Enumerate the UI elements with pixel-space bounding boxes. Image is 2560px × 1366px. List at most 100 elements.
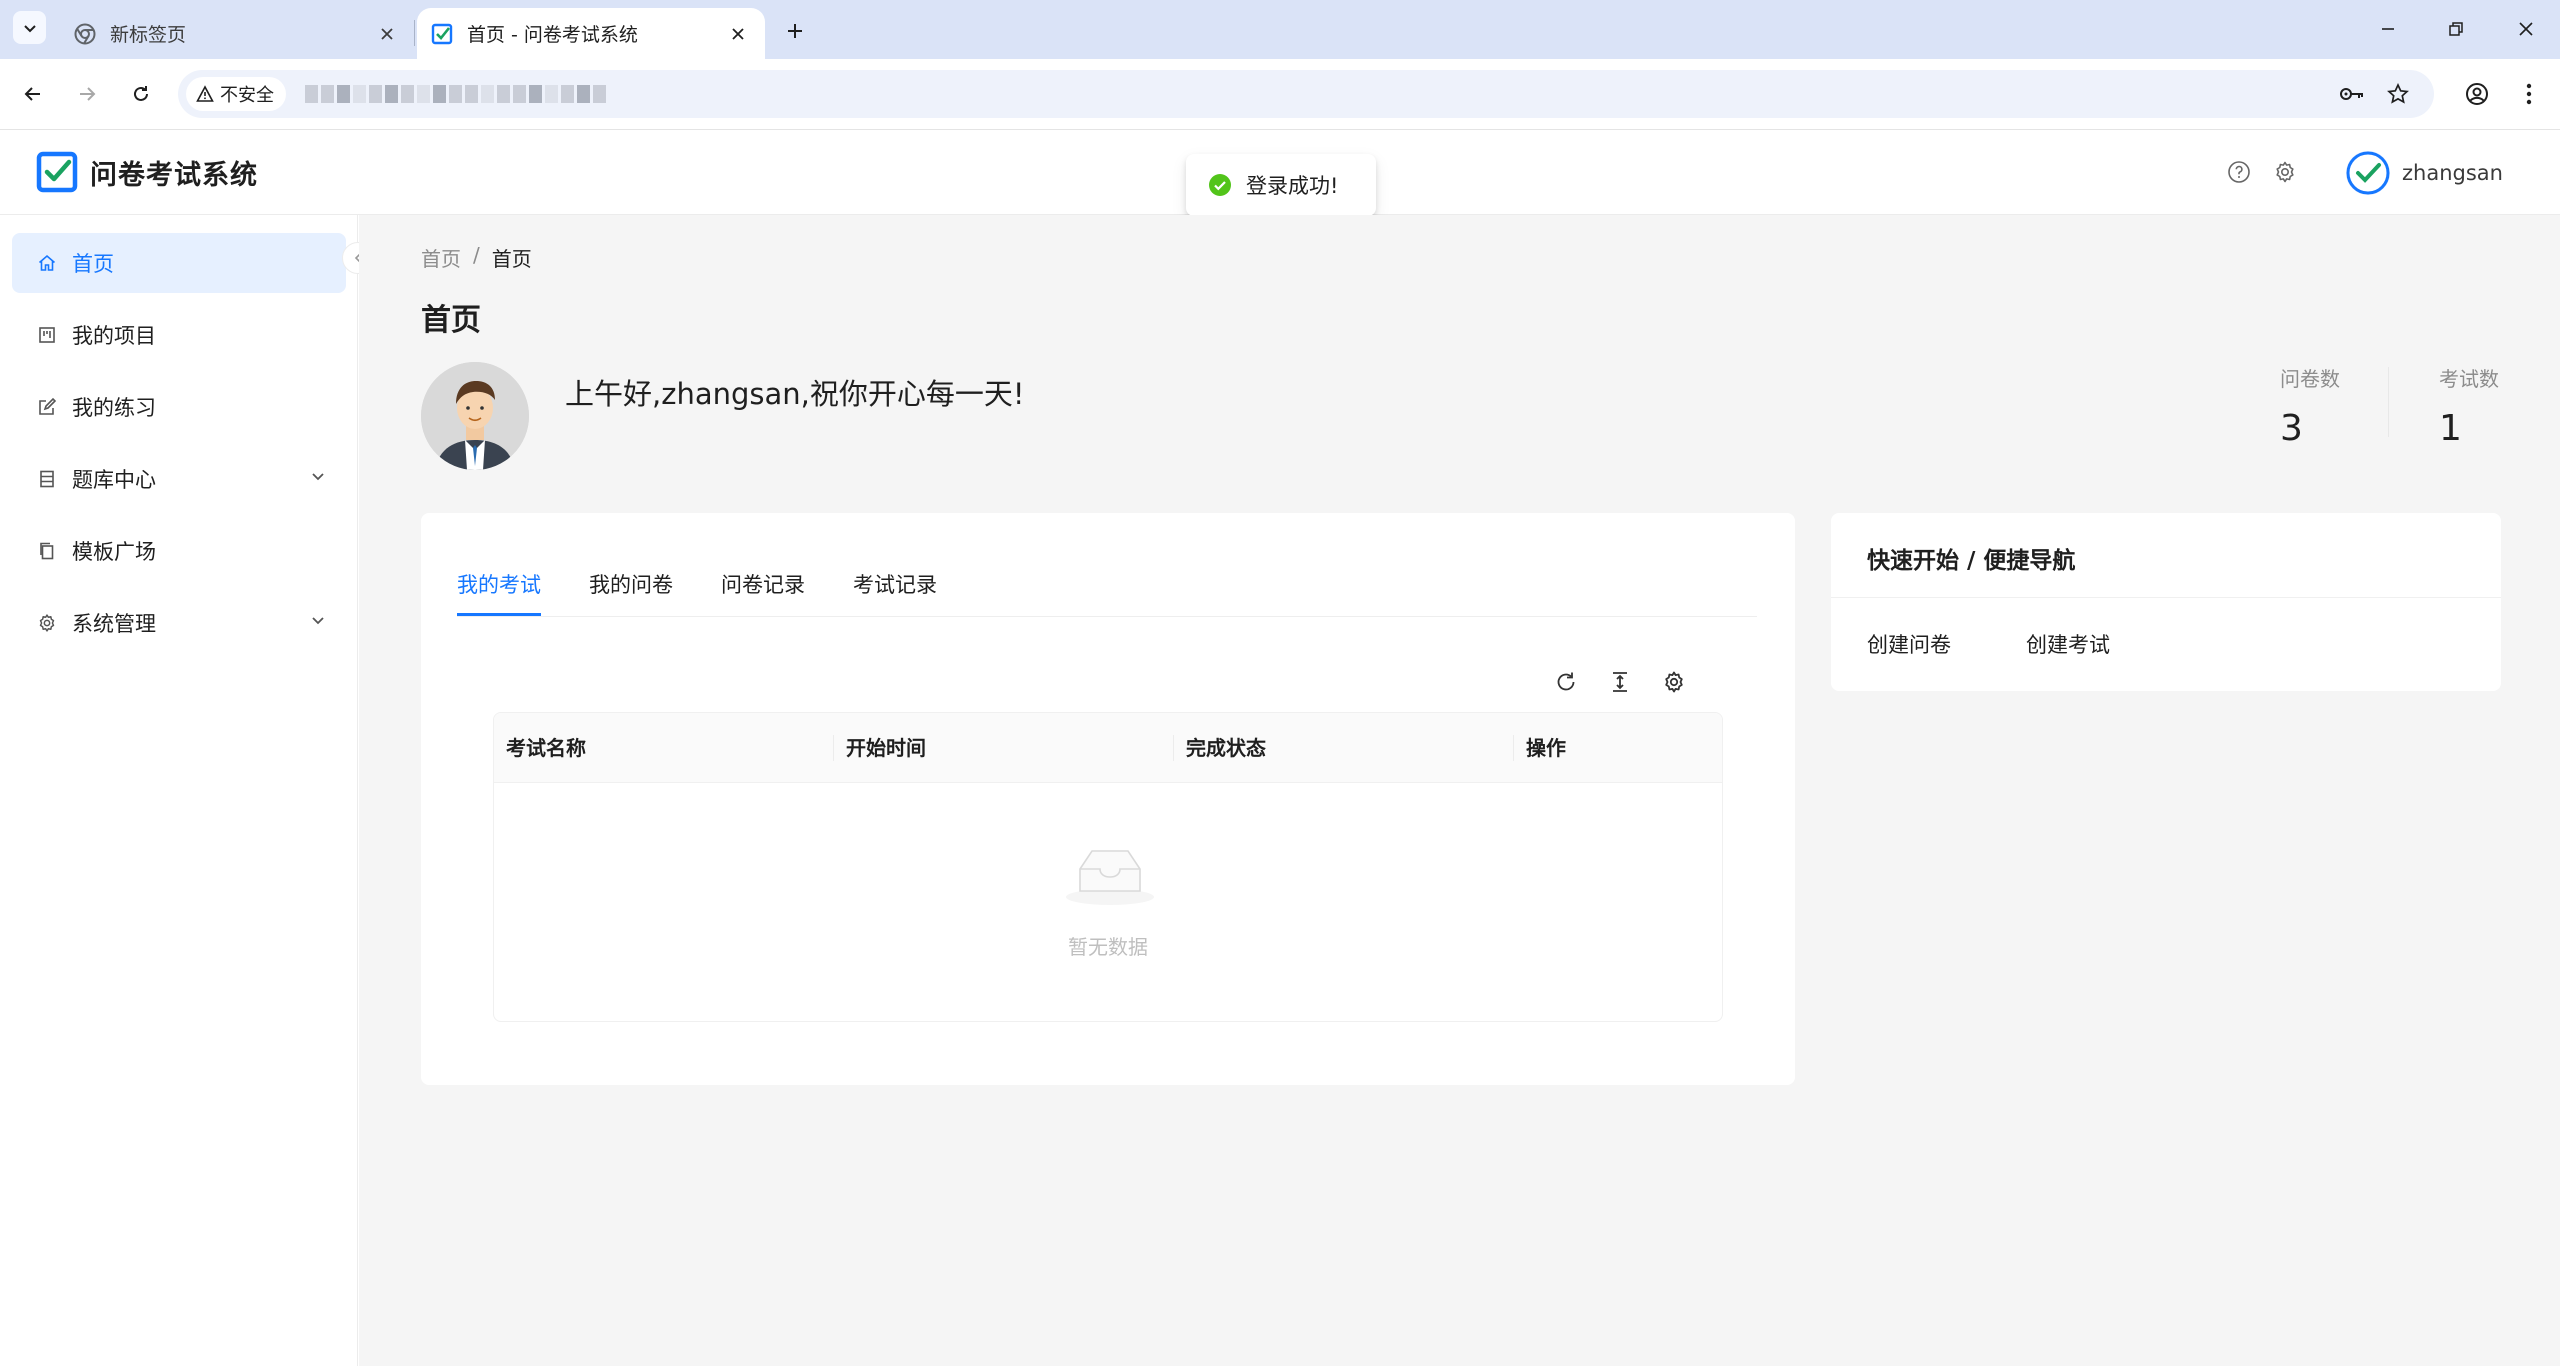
minimize-icon bbox=[2382, 28, 2394, 30]
back-button[interactable] bbox=[12, 73, 54, 115]
breadcrumb: 首页 / 首页 bbox=[421, 243, 532, 272]
tab-divider bbox=[414, 20, 415, 46]
username[interactable]: zhangsan bbox=[2402, 161, 2503, 185]
column-height-icon bbox=[1613, 672, 1627, 692]
minimize-button[interactable] bbox=[2364, 8, 2412, 50]
stat-value: 3 bbox=[2280, 408, 2303, 449]
gear-icon bbox=[1665, 671, 1683, 693]
tab-title: 首页 - 问卷考试系统 bbox=[467, 24, 638, 46]
records-tabs: 我的考试 我的问卷 问卷记录 考试记录 bbox=[457, 513, 1757, 617]
page-title: 首页 bbox=[421, 303, 481, 338]
address-bar[interactable]: 不安全 bbox=[178, 70, 2434, 118]
density-button[interactable] bbox=[1603, 665, 1637, 699]
sidebar-item-templates[interactable]: 模板广场 bbox=[12, 521, 346, 581]
arrow-left-icon bbox=[24, 87, 40, 101]
create-exam-link[interactable]: 创建考试 bbox=[2026, 629, 2110, 659]
tab-survey-records[interactable]: 问卷记录 bbox=[721, 569, 805, 599]
reload-button[interactable] bbox=[120, 73, 162, 115]
reload-icon bbox=[1557, 672, 1575, 691]
star-icon bbox=[2387, 83, 2409, 104]
breadcrumb-link-home[interactable]: 首页 bbox=[421, 243, 461, 272]
column-header: 操作 bbox=[1526, 736, 1566, 760]
stat-value: 1 bbox=[2439, 408, 2462, 449]
browser-tab-newtab[interactable]: 新标签页 bbox=[56, 8, 414, 59]
help-button[interactable] bbox=[2224, 157, 2254, 187]
chevron-down-icon bbox=[312, 473, 324, 481]
gear-icon bbox=[2276, 161, 2294, 183]
refresh-button[interactable] bbox=[1549, 665, 1583, 699]
sidebar-item-label: 系统管理 bbox=[72, 612, 156, 636]
column-settings-button[interactable] bbox=[1657, 665, 1691, 699]
key-icon bbox=[2340, 88, 2363, 100]
empty-state: 暂无数据 bbox=[494, 783, 1722, 1021]
sidebar-item-question-bank[interactable]: 题库中心 bbox=[12, 449, 346, 509]
sidebar-item-practice[interactable]: 我的练习 bbox=[12, 377, 346, 437]
browser-tab-strip: 新标签页 首页 - 问卷考试系统 bbox=[0, 0, 2560, 59]
tab-title: 新标签页 bbox=[110, 24, 187, 46]
create-survey-link[interactable]: 创建问卷 bbox=[1867, 629, 1951, 659]
tab-exam-records[interactable]: 考试记录 bbox=[853, 569, 937, 599]
url-input[interactable] bbox=[298, 70, 1798, 118]
edit-icon bbox=[36, 396, 58, 418]
profile-button[interactable] bbox=[2456, 73, 2498, 115]
sidebar-item-label: 我的练习 bbox=[72, 396, 156, 420]
exam-table: 考试名称 开始时间 完成状态 操作 暂无数据 bbox=[493, 712, 1723, 1022]
new-tab-button[interactable] bbox=[778, 14, 812, 48]
checkbox-logo-icon bbox=[431, 23, 453, 45]
home-icon bbox=[36, 252, 58, 274]
quick-start-card: 快速开始 / 便捷导航 创建问卷 创建考试 bbox=[1831, 513, 2501, 691]
tab-my-surveys[interactable]: 我的问卷 bbox=[589, 569, 673, 599]
active-tab-indicator bbox=[457, 613, 541, 616]
copy-icon bbox=[36, 540, 58, 562]
browser-menu-button[interactable] bbox=[2508, 73, 2550, 115]
toast-message: 登录成功! bbox=[1246, 174, 1339, 198]
bookmark-star-button[interactable] bbox=[2380, 76, 2416, 112]
app-logo-icon bbox=[36, 151, 78, 193]
reload-icon bbox=[134, 86, 148, 101]
sidebar-item-system[interactable]: 系统管理 bbox=[12, 593, 346, 653]
project-icon bbox=[36, 324, 58, 346]
restore-button[interactable] bbox=[2432, 8, 2480, 50]
browser-tab-active[interactable]: 首页 - 问卷考试系统 bbox=[417, 8, 765, 59]
close-tab-icon[interactable] bbox=[372, 19, 402, 49]
stat-exam-count: 考试数 1 bbox=[2439, 363, 2499, 449]
security-chip[interactable]: 不安全 bbox=[186, 77, 286, 111]
avatar[interactable] bbox=[2346, 151, 2390, 195]
greeting-text: 上午好,zhangsan,祝你开心每一天! bbox=[565, 377, 1025, 411]
empty-inbox-icon bbox=[1066, 850, 1154, 905]
tab-my-exams[interactable]: 我的考试 bbox=[457, 569, 541, 599]
check-circle-icon bbox=[1209, 174, 1231, 196]
account-circle-icon bbox=[2466, 83, 2488, 105]
question-circle-icon bbox=[2228, 161, 2250, 183]
empty-text: 暂无数据 bbox=[1068, 935, 1148, 959]
breadcrumb-current: 首页 bbox=[491, 247, 532, 271]
user-avatar-illustration bbox=[421, 362, 529, 470]
main-content: 首页 / 首页 首页 上午好,zhangsan,祝你开心每一天! 问卷数 3 考… bbox=[359, 215, 2560, 1366]
arrow-right-icon bbox=[80, 87, 96, 101]
password-key-button[interactable] bbox=[2334, 76, 2370, 112]
settings-button[interactable] bbox=[2270, 157, 2300, 187]
stat-label: 考试数 bbox=[2439, 367, 2499, 391]
card-divider bbox=[1831, 597, 2501, 598]
records-card: 我的考试 我的问卷 问卷记录 考试记录 考试名称 开始时间 完成状态 操作 暂无… bbox=[421, 513, 1795, 1085]
sidebar-item-label: 题库中心 bbox=[72, 468, 156, 492]
stat-survey-count: 问卷数 3 bbox=[2280, 363, 2340, 449]
security-label: 不安全 bbox=[220, 85, 274, 106]
forward-button[interactable] bbox=[66, 73, 108, 115]
stat-label: 问卷数 bbox=[2280, 367, 2340, 391]
quick-start-title: 快速开始 / 便捷导航 bbox=[1867, 548, 2076, 574]
sidebar-item-projects[interactable]: 我的项目 bbox=[12, 305, 346, 365]
column-header: 完成状态 bbox=[1186, 736, 1266, 760]
chrome-icon bbox=[74, 23, 96, 45]
table-header: 考试名称 开始时间 完成状态 操作 bbox=[494, 713, 1722, 783]
close-window-button[interactable] bbox=[2502, 8, 2550, 50]
column-header: 开始时间 bbox=[846, 736, 926, 760]
close-tab-icon[interactable] bbox=[723, 19, 753, 49]
sidebar-item-home[interactable]: 首页 bbox=[12, 233, 346, 293]
app-title: 问卷考试系统 bbox=[90, 160, 258, 191]
breadcrumb-separator: / bbox=[473, 243, 480, 267]
chevron-down-icon bbox=[23, 24, 36, 32]
warning-triangle-icon bbox=[196, 85, 214, 102]
tab-search-button[interactable] bbox=[13, 11, 46, 44]
gear-icon bbox=[36, 612, 58, 634]
